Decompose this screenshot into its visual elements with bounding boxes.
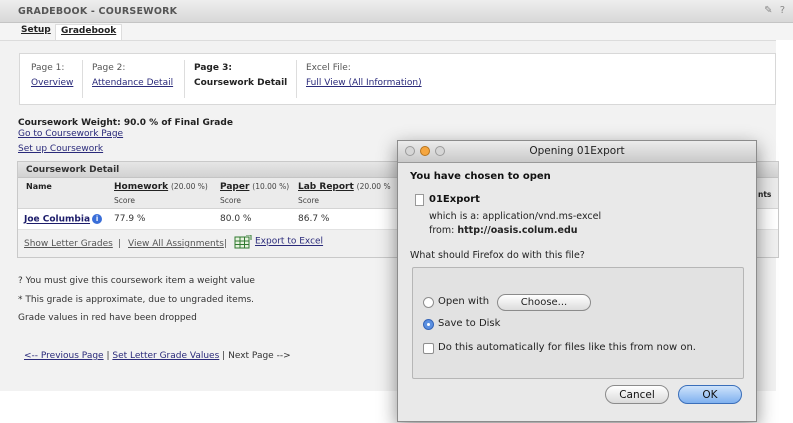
student-name-link[interactable]: Joe Columbia [24,215,90,225]
dialog-question: What should Firefox do with this file? [410,250,585,261]
setup-coursework-link[interactable]: Set up Coursework [18,144,103,154]
divider [184,60,185,98]
column-weight: (10.00 %) [252,182,290,191]
column-weight: (20.00 % [356,182,391,191]
file-icon [415,194,424,206]
attendance-detail-link[interactable]: Attendance Detail [92,78,173,88]
coursework-weight: Coursework Weight: 90.0 % of Final Grade [18,118,233,128]
download-dialog: Opening 01Export You have chosen to open… [397,140,757,422]
cancel-button[interactable]: Cancel [605,385,669,404]
weight-note: ? You must give this coursework item a w… [18,276,255,286]
column-weight: (20.00 %) [171,182,208,191]
tab-bar: Setup Gradebook [0,23,793,41]
column-name[interactable]: Lab Report [298,182,354,192]
step-label: Page 3: [194,63,232,73]
from-url: http://oasis.colum.edu [457,225,578,236]
file-name: 01Export [429,194,480,205]
save-to-disk-radio[interactable] [423,319,434,330]
page-title: GRADEBOOK - COURSEWORK [18,6,178,17]
step-attendance: Page 2: Attendance Detail [92,63,173,88]
column-name[interactable]: Paper [220,182,249,192]
help-icon[interactable]: ? [780,5,785,16]
dialog-titlebar[interactable]: Opening 01Export [398,141,756,163]
coursework-detail-current: Coursework Detail [194,78,288,88]
full-view-link[interactable]: Full View (All Information) [306,78,422,88]
divider [296,60,297,98]
previous-page-link[interactable]: <-- Previous Page [24,351,104,361]
step-overview: Page 1: Overview [31,63,73,88]
header-tools: ✎ ? [760,5,785,16]
column-header-paper[interactable]: Paper (10.00 %) [220,182,289,192]
dialog-title: Opening 01Export [529,145,625,157]
set-letter-grade-values-link[interactable]: Set Letter Grade Values [112,351,219,361]
separator: | [222,351,226,361]
overview-link[interactable]: Overview [31,78,73,88]
separator: | [106,351,110,361]
column-name[interactable]: Homework [114,182,168,192]
view-all-assignments-link[interactable]: View All Assignments [128,239,224,249]
dropped-note: Grade values in red have been dropped [18,313,197,323]
column-header-lab-report[interactable]: Lab Report (20.00 % [298,182,391,192]
paper-score: 80.0 % [220,214,252,224]
step-label: Excel File: [306,63,351,73]
homework-score: 77.9 % [114,214,146,224]
auto-checkbox-label[interactable]: Do this automatically for files like thi… [438,342,696,353]
column-header-partial: nts [758,190,772,199]
step-excel: Excel File: Full View (All Information) [306,63,422,88]
separator: | [224,239,228,249]
tab-gradebook[interactable]: Gradebook [55,24,123,41]
choose-app-button[interactable]: Choose... [497,294,591,311]
export-excel-label[interactable]: Export to Excel [255,237,323,247]
column-subheader: Score [220,196,242,205]
tab-setup[interactable]: Setup [16,24,56,40]
step-coursework: Page 3: Coursework Detail [194,63,287,88]
export-excel-button[interactable]: Export to Excel [234,234,323,249]
column-header-homework[interactable]: Homework (20.00 %) [114,182,208,192]
from-label: from: [429,225,455,236]
file-source: from: http://oasis.colum.edu [429,225,578,236]
divider [82,60,83,98]
auto-checkbox[interactable] [423,343,434,354]
approx-note: * This grade is approximate, due to ungr… [18,295,255,305]
step-label: Page 1: [31,63,65,73]
column-subheader: Score [298,196,320,205]
name-header: Name [26,182,52,191]
lab-report-score: 86.7 % [298,214,330,224]
options-group: Open with Choose... Save to Disk Do this… [412,267,744,379]
bottom-navigation: <-- Previous Page | Set Letter Grade Val… [24,351,291,361]
edit-icon[interactable]: ✎ [764,5,772,16]
goto-coursework-link[interactable]: Go to Coursework Page [18,129,123,139]
next-page-text: Next Page --> [228,351,291,361]
open-with-radio[interactable] [423,297,434,308]
open-with-label[interactable]: Open with [438,296,489,307]
show-letter-grades-link[interactable]: Show Letter Grades [24,239,113,249]
save-to-disk-label[interactable]: Save to Disk [438,318,500,329]
step-label: Page 2: [92,63,126,73]
info-icon[interactable]: i [92,214,103,224]
page-steps: Page 1: Overview Page 2: Attendance Deta… [19,53,776,105]
file-type: which is a: application/vnd.ms-excel [429,211,602,222]
student-cell: Joe Columbia i [24,214,103,225]
separator: | [118,239,122,249]
dialog-intro: You have chosen to open [410,171,551,182]
ok-button[interactable]: OK [678,385,742,404]
app-header: GRADEBOOK - COURSEWORK ✎ ? [0,0,793,23]
column-subheader: Score [114,196,136,205]
excel-icon [234,234,252,249]
